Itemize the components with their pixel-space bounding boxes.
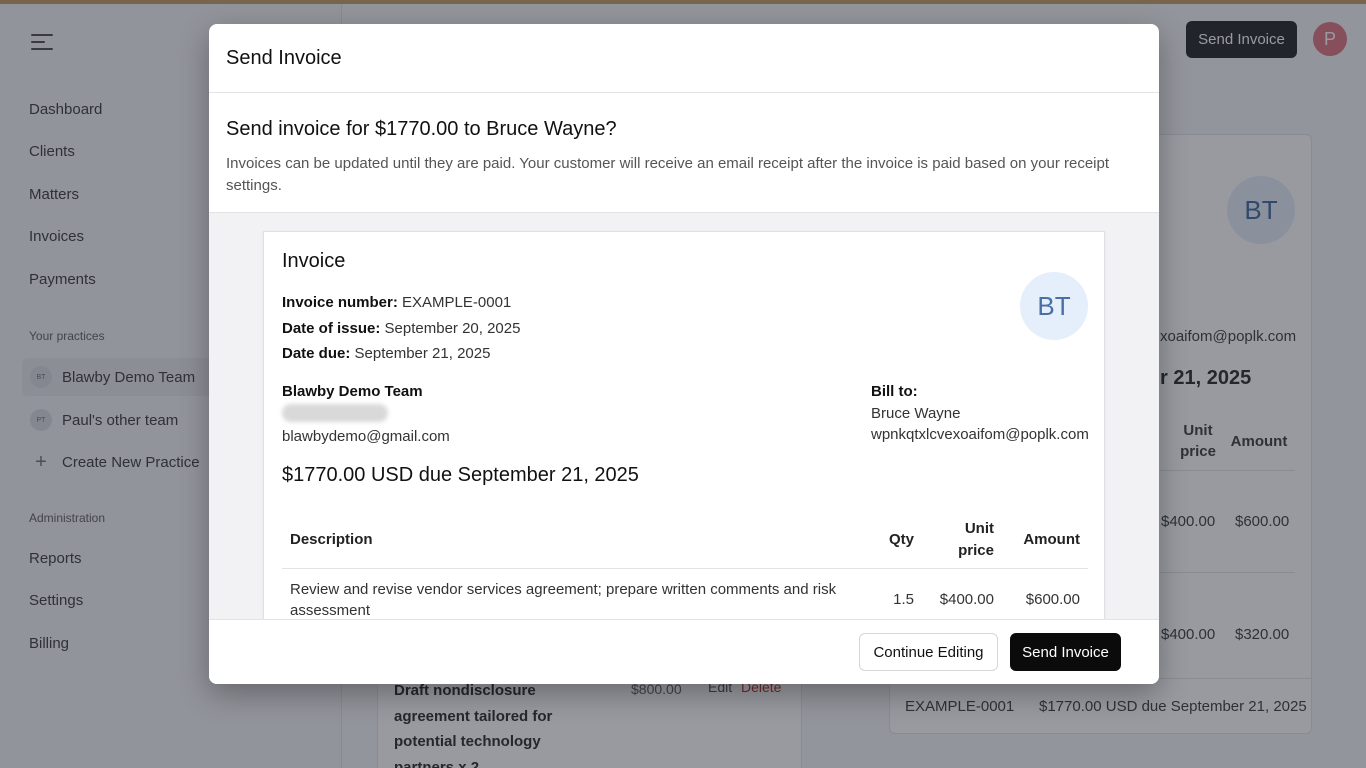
invoice-issue-label: Date of issue: xyxy=(282,319,381,337)
col-amount: Amount xyxy=(1002,512,1088,569)
invoice-due-row: Date due: September 21, 2025 xyxy=(282,341,520,367)
table-row: Review and revise vendor services agreem… xyxy=(282,568,1088,619)
invoice-due-date: September 21, 2025 xyxy=(354,345,491,362)
bill-to-name: Bruce Wayne xyxy=(871,404,961,422)
from-name: Blawby Demo Team xyxy=(282,383,423,400)
table-header-row: Description Qty Unit price Amount xyxy=(282,512,1088,569)
invoice-from: Blawby Demo Team blawbydemo@gmail.com xyxy=(282,381,450,447)
dialog-footer: Continue Editing Send Invoice xyxy=(209,619,1159,684)
invoice-amount-due: $1770.00 USD due September 21, 2025 xyxy=(282,464,639,486)
invoice-number: EXAMPLE-0001 xyxy=(402,294,512,311)
dialog-header: Send Invoice xyxy=(209,24,1159,93)
bill-to-email: wpnkqtxlcvexoaifom@poplk.com xyxy=(871,426,1089,443)
line-items-table: Description Qty Unit price Amount Review… xyxy=(282,512,1088,619)
bill-to-label: Bill to: xyxy=(871,383,918,400)
send-invoice-button[interactable]: Send Invoice xyxy=(1010,633,1121,671)
invoice-issue-row: Date of issue: September 20, 2025 xyxy=(282,316,520,342)
redacted-address xyxy=(282,403,388,422)
from-email: blawbydemo@gmail.com xyxy=(282,427,450,445)
dialog-heading: Send invoice for $1770.00 to Bruce Wayne… xyxy=(226,118,617,140)
invoice-title: Invoice xyxy=(282,250,346,272)
invoice-due-label: Date due: xyxy=(282,345,351,362)
col-qty: Qty xyxy=(858,512,922,569)
invoice-issue-date: September 20, 2025 xyxy=(384,319,521,337)
dialog-title: Send Invoice xyxy=(226,47,342,69)
invoice-preview: Invoice Invoice number: EXAMPLE-0001 Dat… xyxy=(263,231,1105,619)
line-item-description: Review and revise vendor services agreem… xyxy=(282,568,858,619)
invoice-bill-to: Bill to: Bruce Wayne wpnkqtxlcvexoaifom@… xyxy=(871,381,1089,446)
invoice-number-row: Invoice number: EXAMPLE-0001 xyxy=(282,290,520,316)
line-item-qty: 1.5 xyxy=(858,568,922,619)
client-avatar: BT xyxy=(1020,272,1088,340)
line-item-amount: $600.00 xyxy=(1002,568,1088,619)
col-description: Description xyxy=(282,512,858,569)
dialog-description: Invoices can be updated until they are p… xyxy=(226,155,1110,194)
invoice-number-label: Invoice number: xyxy=(282,294,398,311)
send-invoice-dialog: Send Invoice Send invoice for $1770.00 t… xyxy=(209,24,1159,684)
dialog-intro: Send invoice for $1770.00 to Bruce Wayne… xyxy=(209,93,1159,213)
continue-editing-button[interactable]: Continue Editing xyxy=(859,633,998,671)
invoice-meta: Invoice number: EXAMPLE-0001 Date of iss… xyxy=(282,290,520,367)
invoice-preview-scroll-area[interactable]: Invoice Invoice number: EXAMPLE-0001 Dat… xyxy=(209,212,1159,619)
line-item-unit-price: $400.00 xyxy=(922,568,1002,619)
col-unit-price: Unit price xyxy=(922,512,1002,569)
